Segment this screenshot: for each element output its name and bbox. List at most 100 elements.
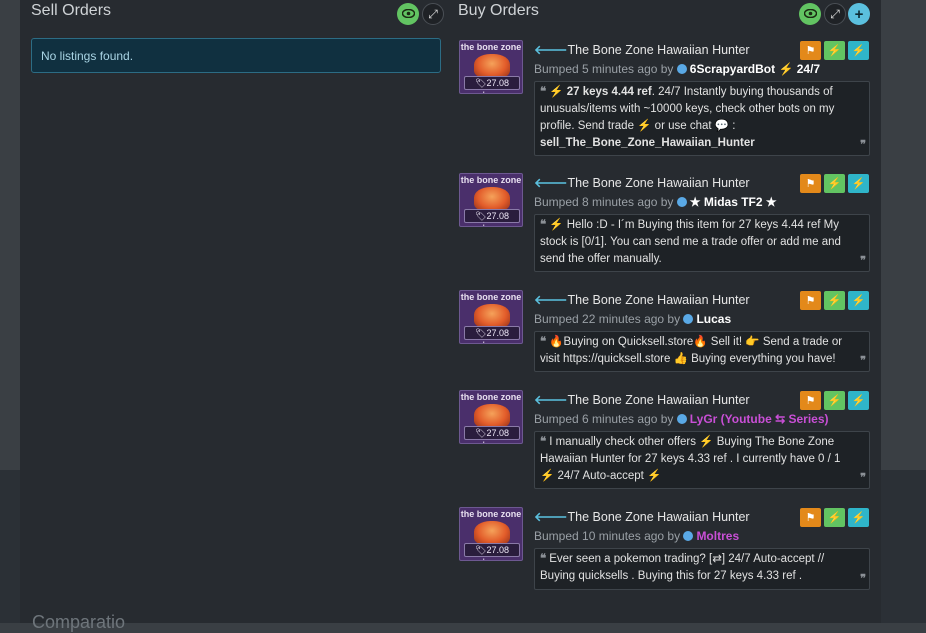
eye-icon: [401, 7, 415, 21]
instant-trade-button[interactable]: ⚡: [848, 41, 869, 60]
listing-actions: ⚑ ⚡ ⚡: [800, 174, 869, 193]
listing-item: the bone zone 🏷27.08 keys 🡐The Bone Zone…: [459, 507, 871, 592]
tag-icon: 🏷: [475, 211, 487, 221]
price-badge: 🏷27.08 keys: [464, 209, 520, 226]
arrow-left-icon: 🡐: [534, 393, 568, 407]
tag-icon: 🏷: [475, 328, 487, 338]
flag-icon: ⚑: [805, 45, 816, 57]
quote-open-icon: ❝: [540, 336, 547, 348]
user-avatar[interactable]: [683, 531, 694, 541]
hat-image: [474, 404, 510, 428]
thumbnail-effect-label: the bone zone: [460, 42, 522, 52]
flag-icon: ⚑: [805, 178, 816, 190]
hat-image: [474, 304, 510, 328]
bumped-info: Bumped 5 minutes ago by 6ScrapyardBot ⚡ …: [534, 62, 821, 76]
buy-orders-title: Buy Orders: [458, 2, 539, 19]
quote-close-icon: ❞: [860, 139, 866, 151]
listing-item: the bone zone 🏷27.08 keys 🡐The Bone Zone…: [459, 290, 871, 375]
user-avatar[interactable]: [676, 197, 687, 207]
report-button[interactable]: ⚑: [800, 291, 821, 310]
listing-item: the bone zone 🏷27.08 keys 🡐The Bone Zone…: [459, 390, 871, 490]
instant-trade-button[interactable]: ⚡: [848, 291, 869, 310]
quote-open-icon: ❝: [540, 219, 547, 231]
instant-trade-button[interactable]: ⚡: [848, 508, 869, 527]
flag-icon: ⚑: [805, 512, 816, 524]
price-badge: 🏷27.08 keys: [464, 426, 520, 443]
trade-offer-button[interactable]: ⚡: [824, 508, 845, 527]
thumbnail-effect-label: the bone zone: [460, 509, 522, 519]
user-link[interactable]: Lucas: [696, 312, 731, 326]
listing-description: ❝ Ever seen a pokemon trading? [⇄] 24/7 A…: [534, 548, 870, 590]
lightning-icon: ⚡: [827, 295, 842, 307]
add-buy-order-button[interactable]: +: [848, 3, 870, 25]
lightning-icon: ⚡: [827, 178, 842, 190]
listing-description: ❝ ⚡ 27 keys 4.44 ref. 24/7 Instantly buyi…: [534, 81, 870, 156]
item-thumbnail[interactable]: the bone zone 🏷27.08 keys: [459, 507, 523, 561]
lightning-icon: ⚡: [851, 512, 866, 524]
tag-icon: 🏷: [475, 545, 487, 555]
lightning-icon: ⚡: [827, 512, 842, 524]
item-title-link[interactable]: 🡐The Bone Zone Hawaiian Hunter: [534, 510, 750, 525]
item-title-link[interactable]: 🡐The Bone Zone Hawaiian Hunter: [534, 176, 750, 191]
price-badge: 🏷27.08 keys: [464, 543, 520, 560]
item-title-link[interactable]: 🡐The Bone Zone Hawaiian Hunter: [534, 293, 750, 308]
trade-offer-button[interactable]: ⚡: [824, 291, 845, 310]
item-title-link[interactable]: 🡐The Bone Zone Hawaiian Hunter: [534, 393, 750, 408]
price-badge: 🏷27.08 keys: [464, 326, 520, 343]
user-link[interactable]: ★ Midas TF2 ★: [690, 195, 777, 209]
user-link[interactable]: 6ScrapyardBot ⚡ 24/7: [690, 62, 820, 76]
quote-open-icon: ❝: [540, 436, 547, 448]
trade-offer-button[interactable]: ⚡: [824, 174, 845, 193]
item-thumbnail[interactable]: the bone zone 🏷27.08 keys: [459, 173, 523, 227]
listing-actions: ⚑ ⚡ ⚡: [800, 508, 869, 527]
quote-open-icon: ❝: [540, 553, 547, 565]
arrow-left-icon: 🡐: [534, 176, 568, 190]
thumbnail-effect-label: the bone zone: [460, 392, 522, 402]
arrow-left-icon: 🡐: [534, 43, 568, 57]
flag-icon: ⚑: [805, 295, 816, 307]
sell-toggle-visibility-button[interactable]: [397, 3, 419, 25]
lightning-icon: ⚡: [827, 45, 842, 57]
user-link[interactable]: Moltres: [696, 529, 739, 543]
instant-trade-button[interactable]: ⚡: [848, 174, 869, 193]
user-avatar[interactable]: [676, 64, 687, 74]
quote-close-icon: ❞: [860, 355, 866, 367]
listing-item: the bone zone 🏷27.08 keys 🡐The Bone Zone…: [459, 40, 871, 158]
buy-expand-button[interactable]: ⤢: [824, 3, 846, 25]
lightning-icon: ⚡: [851, 178, 866, 190]
tag-icon: 🏷: [475, 78, 487, 88]
buy-toggle-visibility-button[interactable]: [799, 3, 821, 25]
lightning-icon: ⚡: [827, 395, 842, 407]
instant-trade-button[interactable]: ⚡: [848, 391, 869, 410]
listing-item: the bone zone 🏷27.08 keys 🡐The Bone Zone…: [459, 173, 871, 273]
report-button[interactable]: ⚑: [800, 391, 821, 410]
item-thumbnail[interactable]: the bone zone 🏷27.08 keys: [459, 40, 523, 94]
sell-empty-alert: No listings found.: [31, 38, 441, 73]
tag-icon: 🏷: [475, 428, 487, 438]
quote-close-icon: ❞: [860, 573, 866, 585]
listing-description: ❝ ⚡ Hello :D - I´m Buying this item for 2…: [534, 214, 870, 272]
report-button[interactable]: ⚑: [800, 174, 821, 193]
expand-icon: ⤢: [830, 6, 840, 21]
item-title-link[interactable]: 🡐The Bone Zone Hawaiian Hunter: [534, 43, 750, 58]
arrow-left-icon: 🡐: [534, 293, 568, 307]
user-link[interactable]: LyGr (Youtube ⇆ Series): [690, 412, 829, 426]
listing-actions: ⚑ ⚡ ⚡: [800, 291, 869, 310]
listing-actions: ⚑ ⚡ ⚡: [800, 391, 869, 410]
bumped-info: Bumped 10 minutes ago by Moltres: [534, 529, 740, 543]
hat-image: [474, 521, 510, 545]
lightning-icon: ⚡: [851, 295, 866, 307]
item-thumbnail[interactable]: the bone zone 🏷27.08 keys: [459, 290, 523, 344]
user-avatar[interactable]: [676, 414, 687, 424]
bumped-info: Bumped 8 minutes ago by ★ Midas TF2 ★: [534, 195, 777, 209]
trade-offer-button[interactable]: ⚡: [824, 41, 845, 60]
listing-description: ❝ I manually check other offers ⚡ Buying …: [534, 431, 870, 489]
report-button[interactable]: ⚑: [800, 41, 821, 60]
thumbnail-effect-label: the bone zone: [460, 292, 522, 302]
user-avatar[interactable]: [683, 314, 694, 324]
trade-offer-button[interactable]: ⚡: [824, 391, 845, 410]
report-button[interactable]: ⚑: [800, 508, 821, 527]
listing-description: ❝ 🔥Buying on Quicksell.store🔥 Sell it! 👉 …: [534, 331, 870, 372]
item-thumbnail[interactable]: the bone zone 🏷27.08 keys: [459, 390, 523, 444]
sell-expand-button[interactable]: ⤢: [422, 3, 444, 25]
